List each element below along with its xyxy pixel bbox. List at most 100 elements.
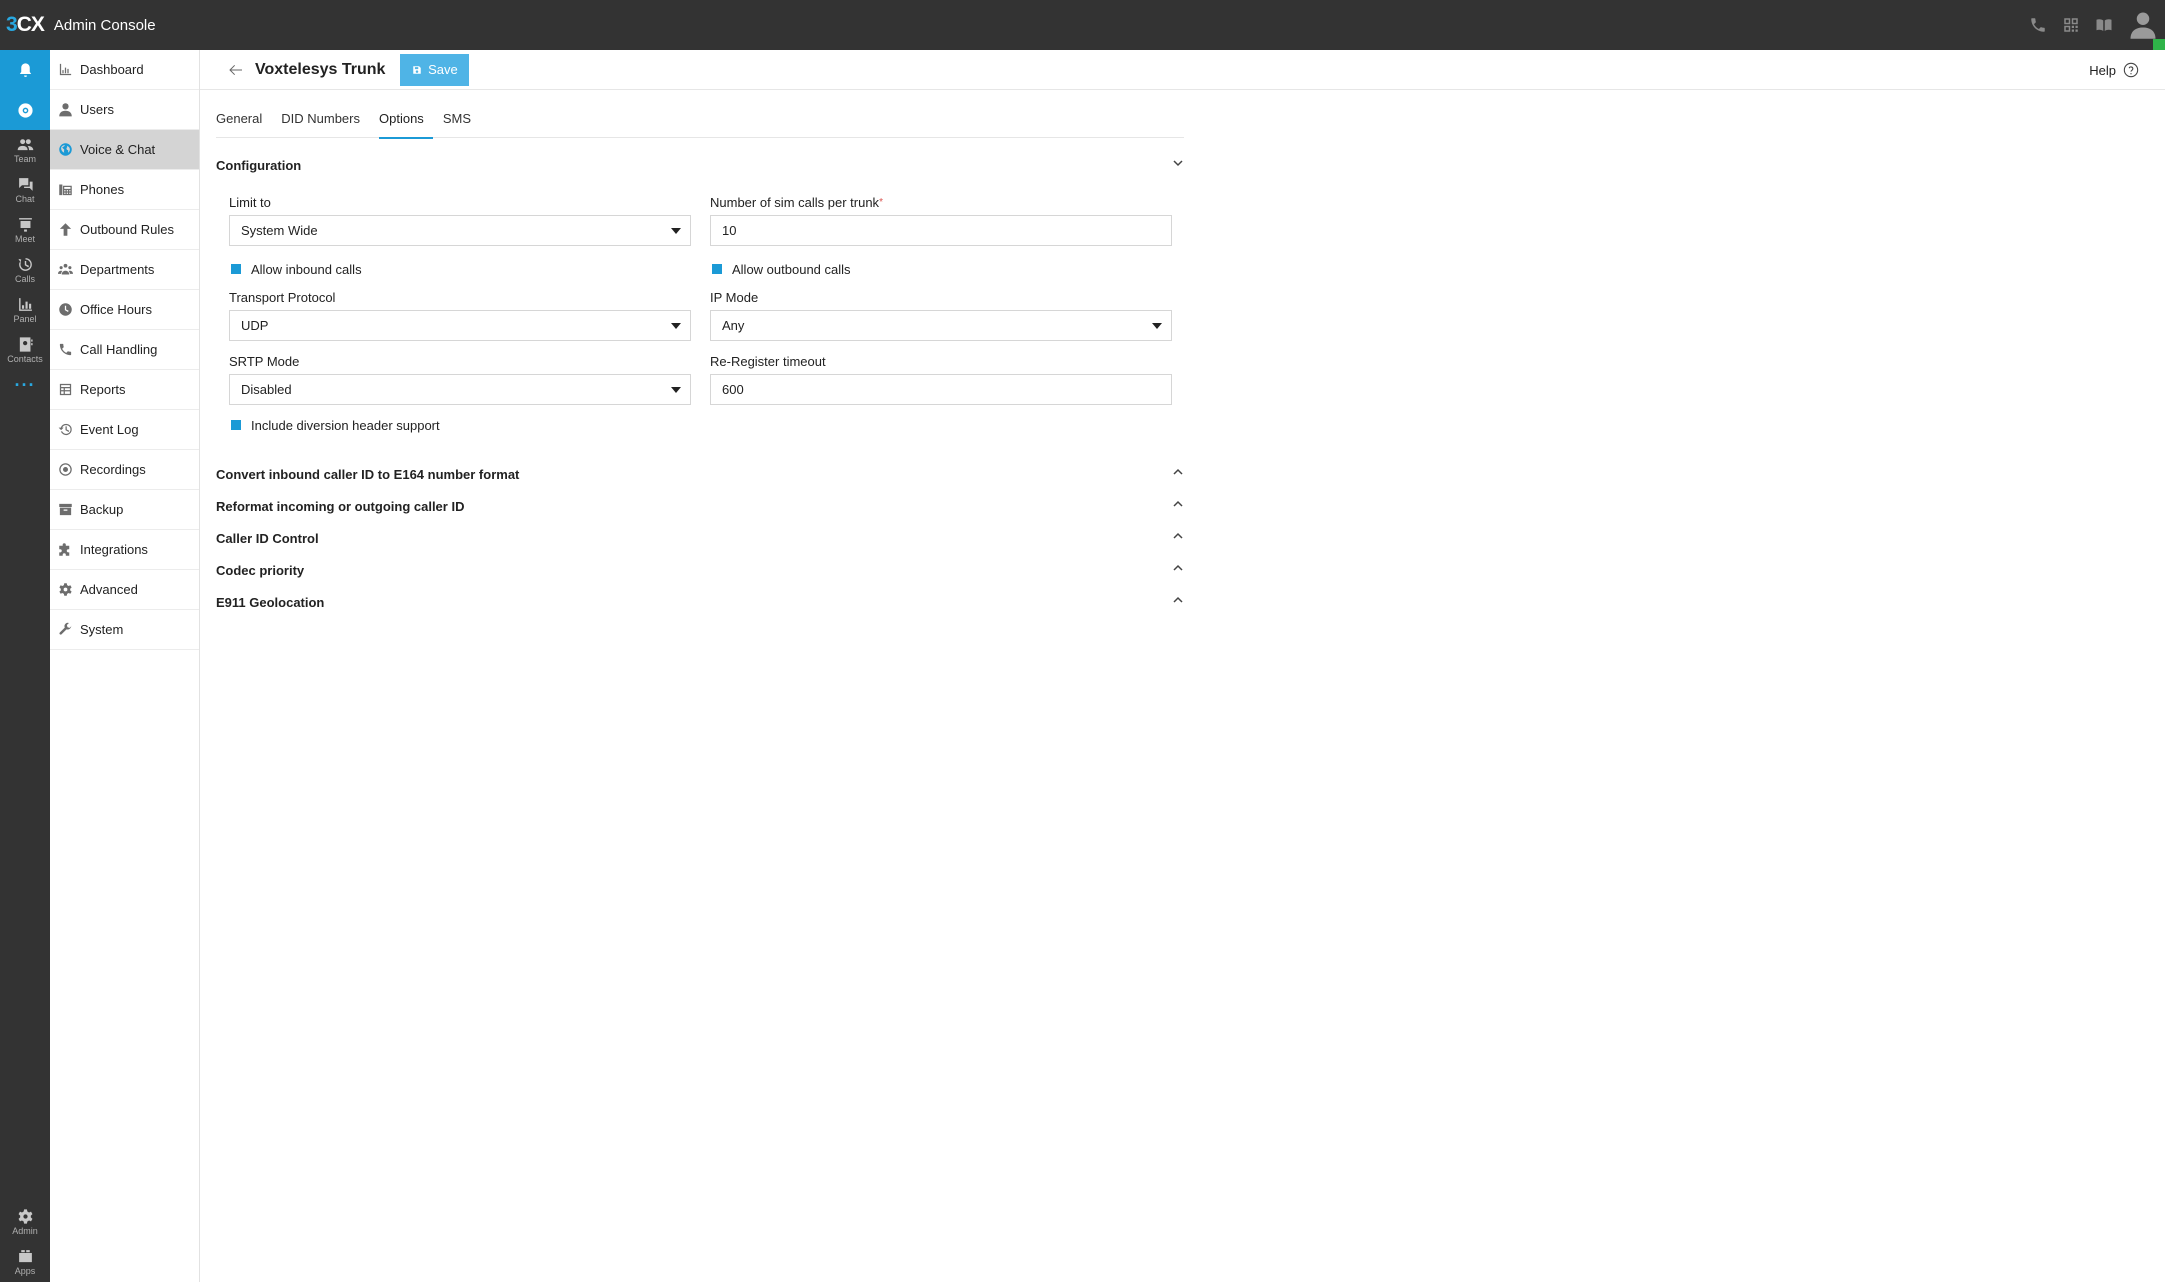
back-button[interactable] (227, 61, 245, 79)
rail-browser[interactable] (0, 90, 50, 130)
section-e911-geolocation[interactable]: E911 Geolocation (216, 590, 1184, 614)
chevron-up-icon[interactable] (1172, 593, 1184, 611)
tab-did-numbers[interactable]: DID Numbers (281, 98, 369, 138)
reregister-timeout-label: Re-Register timeout (710, 354, 826, 369)
caret-down-icon (671, 228, 681, 234)
sidebar-item-event-log[interactable]: Event Log (50, 410, 199, 450)
sidebar-item-label: Integrations (80, 542, 148, 557)
chevron-up-icon[interactable] (1172, 497, 1184, 515)
top-bar: 3 CX Admin Console (0, 0, 2165, 50)
sidebar-item-label: Voice & Chat (80, 142, 156, 157)
sidebar-item-advanced[interactable]: Advanced (50, 570, 199, 610)
rail-bottom: Admin Apps (0, 1202, 50, 1282)
apps-icon (18, 1250, 32, 1263)
rail-calls-label: Calls (14, 274, 35, 284)
sidebar-item-label: Dashboard (80, 62, 144, 77)
rail-meet[interactable]: Meet (0, 210, 50, 250)
book-icon[interactable] (2087, 0, 2120, 50)
sidebar-item-dashboard[interactable]: Dashboard (50, 50, 199, 90)
tab-general[interactable]: General (216, 98, 271, 138)
section-title: E911 Geolocation (216, 594, 325, 610)
wrench-icon (59, 622, 72, 635)
contacts-icon (19, 337, 33, 352)
sidebar-item-system[interactable]: System (50, 610, 199, 650)
panel-icon (18, 298, 32, 311)
presence-indicator (2153, 39, 2165, 50)
sidebar-item-label: Phones (80, 182, 125, 197)
ip-mode-select[interactable]: Any (710, 310, 1172, 341)
sidebar-item-integrations[interactable]: Integrations (50, 530, 199, 570)
required-mark: * (879, 197, 883, 208)
sidebar-item-phones[interactable]: Phones (50, 170, 199, 210)
limit-to-select[interactable]: System Wide (229, 215, 691, 246)
checkbox-checked-icon[interactable] (231, 420, 241, 430)
tab-sms[interactable]: SMS (443, 98, 480, 138)
rail-admin[interactable]: Admin (0, 1202, 50, 1242)
diversion-header-label: Include diversion header support (251, 417, 440, 433)
rail-apps-label: Apps (14, 1266, 36, 1276)
rail-calls[interactable]: Calls (0, 250, 50, 290)
caret-down-icon (671, 323, 681, 329)
chevron-up-icon[interactable] (1172, 465, 1184, 483)
tab-options[interactable]: Options (379, 98, 433, 139)
ip-mode-value: Any (722, 318, 745, 333)
section-caller-id-control[interactable]: Caller ID Control (216, 526, 1184, 550)
transport-protocol-select[interactable]: UDP (229, 310, 691, 341)
floppy-icon (413, 65, 421, 74)
rail-chat-label: Chat (15, 194, 35, 204)
sidebar-item-users[interactable]: Users (50, 90, 199, 130)
sim-calls-input[interactable]: 10 (710, 215, 1172, 246)
help-link[interactable]: Help (2089, 50, 2139, 90)
reregister-timeout-input[interactable]: 600 (710, 374, 1172, 405)
srtp-mode-field: SRTP Mode Disabled (229, 354, 691, 405)
allow-outbound-label: Allow outbound calls (732, 261, 851, 277)
rail-team[interactable]: Team (0, 130, 50, 170)
section-title: Reformat incoming or outgoing caller ID (216, 498, 465, 514)
sidebar-item-backup[interactable]: Backup (50, 490, 199, 530)
allow-outbound-checkbox[interactable]: Allow outbound calls (712, 260, 851, 278)
qr-code-icon[interactable] (2054, 0, 2087, 50)
sidebar-item-voice-chat[interactable]: Voice & Chat (50, 130, 199, 170)
checkbox-checked-icon[interactable] (231, 264, 241, 274)
chat-icon (17, 178, 33, 191)
clock-icon (59, 303, 72, 316)
section-reformat-caller-id[interactable]: Reformat incoming or outgoing caller ID (216, 494, 1184, 518)
user-avatar-icon[interactable] (2120, 0, 2165, 50)
sidebar-item-label: Advanced (80, 582, 138, 597)
app-logo[interactable]: 3 CX (6, 13, 45, 37)
sidebar-item-office-hours[interactable]: Office Hours (50, 290, 199, 330)
rail-contacts[interactable]: Contacts (0, 330, 50, 370)
rail-more-icon[interactable]: ··· (0, 370, 50, 400)
logo-digit: 3 (6, 13, 18, 36)
chevron-down-icon[interactable] (1172, 156, 1184, 174)
rail-apps[interactable]: Apps (0, 1242, 50, 1282)
diversion-header-checkbox[interactable]: Include diversion header support (231, 416, 440, 434)
srtp-mode-select[interactable]: Disabled (229, 374, 691, 405)
save-button[interactable]: Save (400, 53, 470, 86)
rail-panel[interactable]: Panel (0, 290, 50, 330)
app-rail: Team Chat Meet Calls Panel Contacts ··· … (0, 50, 50, 1282)
sidebar-item-recordings[interactable]: Recordings (50, 450, 199, 490)
chevron-up-icon[interactable] (1172, 561, 1184, 579)
admin-sidebar: Dashboard Users Voice & Chat Phones Outb… (50, 50, 200, 1282)
section-e164-conversion[interactable]: Convert inbound caller ID to E164 number… (216, 462, 1184, 486)
sidebar-item-call-handling[interactable]: Call Handling (50, 330, 199, 370)
rail-chat[interactable]: Chat (0, 170, 50, 210)
section-configuration[interactable]: Configuration (216, 153, 1184, 177)
phones-icon (59, 184, 72, 196)
sidebar-item-reports[interactable]: Reports (50, 370, 199, 410)
phone-icon[interactable] (2021, 0, 2054, 50)
transport-protocol-value: UDP (241, 318, 269, 333)
chrome-icon (17, 102, 33, 118)
checkbox-checked-icon[interactable] (712, 264, 722, 274)
rail-notifications[interactable] (0, 50, 50, 90)
sidebar-item-outbound-rules[interactable]: Outbound Rules (50, 210, 199, 250)
gear-icon (18, 1209, 32, 1224)
chevron-up-icon[interactable] (1172, 529, 1184, 547)
allow-inbound-checkbox[interactable]: Allow inbound calls (231, 260, 362, 278)
sim-calls-field: Number of sim calls per trunk* 10 (710, 195, 1172, 246)
section-codec-priority[interactable]: Codec priority (216, 558, 1184, 582)
meet-icon (18, 218, 32, 232)
sidebar-item-label: Backup (80, 502, 124, 517)
sidebar-item-departments[interactable]: Departments (50, 250, 199, 290)
